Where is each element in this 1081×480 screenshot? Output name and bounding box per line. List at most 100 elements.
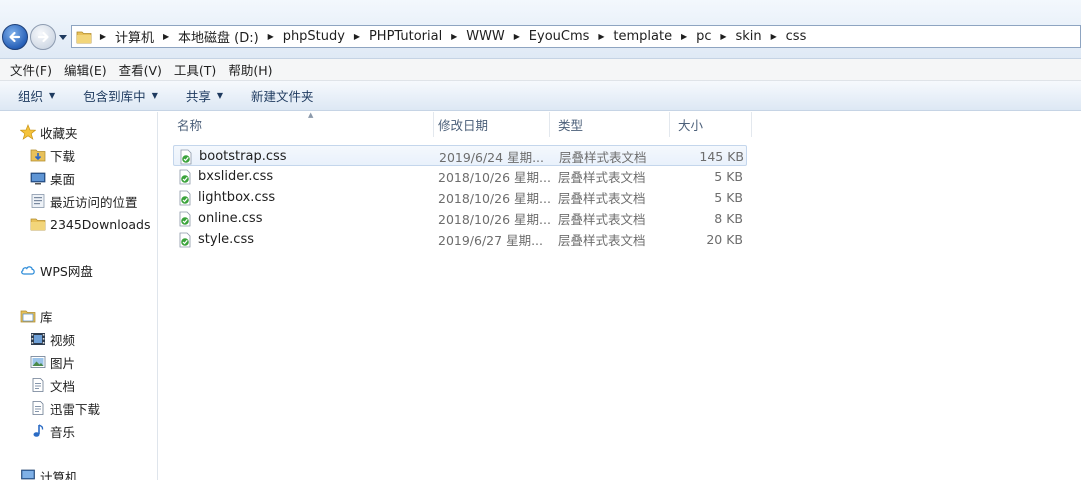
file-size: 5 KB	[714, 169, 743, 184]
document-icon	[30, 400, 46, 416]
nav-item-recent-places[interactable]: 最近访问的位置	[30, 191, 138, 211]
library-icon	[20, 308, 36, 324]
column-header-label: 大小	[678, 118, 704, 133]
nav-item-music[interactable]: 音乐	[30, 421, 75, 441]
css-file-icon	[177, 232, 193, 248]
nav-label: 图片	[50, 355, 76, 371]
nav-label: 收藏夹	[40, 125, 78, 141]
breadcrumb-phptutorial[interactable]: PHPTutorial	[364, 29, 447, 44]
file-name: bootstrap.css	[199, 149, 287, 164]
breadcrumb-separator[interactable]: ▶	[96, 32, 110, 41]
include-library-button[interactable]: 包含到库中 ▼	[75, 84, 166, 108]
nav-item-downloads[interactable]: 下载	[30, 145, 75, 165]
file-date: 2018/10/26 星期...	[438, 191, 551, 206]
breadcrumb-separator[interactable]: ▶	[717, 32, 731, 41]
menu-edit[interactable]: 编辑(E)	[58, 60, 113, 79]
chevron-down-icon	[59, 35, 67, 40]
file-name-cell: bootstrap.css	[178, 146, 287, 167]
breadcrumb-separator[interactable]: ▶	[594, 32, 608, 41]
nav-label: 下载	[50, 148, 76, 164]
nav-item-pictures[interactable]: 图片	[30, 352, 75, 372]
file-size: 20 KB	[706, 232, 743, 247]
cloud-icon	[20, 262, 36, 278]
breadcrumb-separator[interactable]: ▶	[159, 32, 173, 41]
back-button[interactable]	[2, 24, 28, 50]
nav-label: 最近访问的位置	[50, 194, 138, 210]
breadcrumb-separator[interactable]: ▶	[510, 32, 524, 41]
star-icon	[20, 124, 36, 140]
column-header-label: 类型	[558, 118, 584, 133]
file-date: 2019/6/27 星期...	[438, 233, 543, 248]
file-size: 5 KB	[714, 190, 743, 205]
nav-item-videos[interactable]: 视频	[30, 329, 75, 349]
nav-label: 视频	[50, 332, 76, 348]
forward-button[interactable]	[30, 24, 56, 50]
breadcrumb-drive-d[interactable]: 本地磁盘 (D:)	[173, 27, 264, 46]
column-header-type[interactable]: 类型	[550, 112, 670, 137]
file-name: bxslider.css	[198, 169, 274, 184]
nav-item-documents[interactable]: 文档	[30, 375, 75, 395]
column-header-name[interactable]: 名称 ▲	[169, 111, 434, 137]
recent-pages-button[interactable]	[58, 33, 68, 43]
nav-label: 迅雷下载	[50, 401, 101, 417]
nav-favorites[interactable]: 收藏夹	[20, 122, 78, 142]
nav-label: WPS网盘	[40, 263, 93, 279]
share-button[interactable]: 共享 ▼	[178, 84, 231, 108]
command-bar: 组织 ▼ 包含到库中 ▼ 共享 ▼ 新建文件夹	[0, 81, 1081, 111]
nav-item-2345downloads[interactable]: 2345Downloads	[30, 214, 150, 234]
file-name: lightbox.css	[198, 190, 276, 205]
breadcrumb-separator[interactable]: ▶	[350, 32, 364, 41]
nav-item-desktop[interactable]: 桌面	[30, 168, 75, 188]
nav-label: 桌面	[50, 171, 76, 187]
breadcrumb-skin[interactable]: skin	[731, 29, 767, 44]
file-name-cell: lightbox.css	[177, 187, 275, 208]
file-size: 145 KB	[699, 149, 744, 164]
breadcrumb-separator[interactable]: ▶	[447, 32, 461, 41]
menu-view[interactable]: 查看(V)	[113, 60, 168, 79]
column-header-size[interactable]: 大小	[670, 112, 752, 137]
share-label: 共享	[185, 89, 211, 104]
table-row[interactable]: lightbox.css 2018/10/26 星期... 层叠样式表文档 5 …	[173, 187, 747, 208]
file-type: 层叠样式表文档	[558, 233, 646, 248]
column-header-label: 修改日期	[438, 118, 489, 133]
nav-computer[interactable]: 计算机	[20, 466, 78, 480]
breadcrumb-separator[interactable]: ▶	[264, 32, 278, 41]
breadcrumb-separator[interactable]: ▶	[767, 32, 781, 41]
menu-tools[interactable]: 工具(T)	[168, 60, 222, 79]
new-folder-button[interactable]: 新建文件夹	[243, 84, 322, 108]
address-bar[interactable]: ▶ 计算机 ▶ 本地磁盘 (D:) ▶ phpStudy ▶ PHPTutori…	[71, 25, 1081, 48]
breadcrumb-phpstudy[interactable]: phpStudy	[278, 29, 350, 44]
video-icon	[30, 331, 46, 347]
menu-file[interactable]: 文件(F)	[4, 60, 58, 79]
nav-label: 音乐	[50, 424, 76, 440]
breadcrumb-pc[interactable]: pc	[691, 29, 716, 44]
address-row: ▶ 计算机 ▶ 本地磁盘 (D:) ▶ phpStudy ▶ PHPTutori…	[0, 0, 1081, 59]
arrow-right-icon	[37, 31, 49, 43]
breadcrumb-css[interactable]: css	[781, 29, 812, 44]
new-folder-label: 新建文件夹	[251, 89, 314, 104]
file-name-cell: bxslider.css	[177, 166, 273, 187]
table-row[interactable]: online.css 2018/10/26 星期... 层叠样式表文档 8 KB	[173, 208, 747, 229]
table-row[interactable]: bxslider.css 2018/10/26 星期... 层叠样式表文档 5 …	[173, 166, 747, 187]
breadcrumb-separator[interactable]: ▶	[677, 32, 691, 41]
table-row[interactable]: bootstrap.css 2019/6/24 星期... 层叠样式表文档 14…	[173, 145, 747, 166]
table-row[interactable]: style.css 2019/6/27 星期... 层叠样式表文档 20 KB	[173, 229, 747, 250]
breadcrumb-eyoucms[interactable]: EyouCms	[524, 29, 595, 44]
file-type: 层叠样式表文档	[558, 191, 646, 206]
css-file-icon	[177, 190, 193, 206]
menu-help[interactable]: 帮助(H)	[222, 60, 278, 79]
column-header-date[interactable]: 修改日期	[430, 112, 550, 137]
breadcrumb-www[interactable]: WWW	[461, 29, 510, 44]
document-icon	[30, 377, 46, 393]
breadcrumb-template[interactable]: template	[608, 29, 677, 44]
nav-wps-cloud[interactable]: WPS网盘	[20, 260, 93, 280]
file-type: 层叠样式表文档	[558, 170, 646, 185]
breadcrumb-computer[interactable]: 计算机	[110, 27, 159, 46]
include-library-label: 包含到库中	[83, 89, 146, 104]
nav-label: 计算机	[40, 469, 78, 480]
nav-item-thunder-downloads[interactable]: 迅雷下载	[30, 398, 100, 418]
desktop-icon	[30, 170, 46, 186]
nav-library[interactable]: 库	[20, 306, 53, 326]
organize-button[interactable]: 组织 ▼	[10, 84, 63, 108]
chevron-down-icon: ▼	[49, 91, 56, 100]
